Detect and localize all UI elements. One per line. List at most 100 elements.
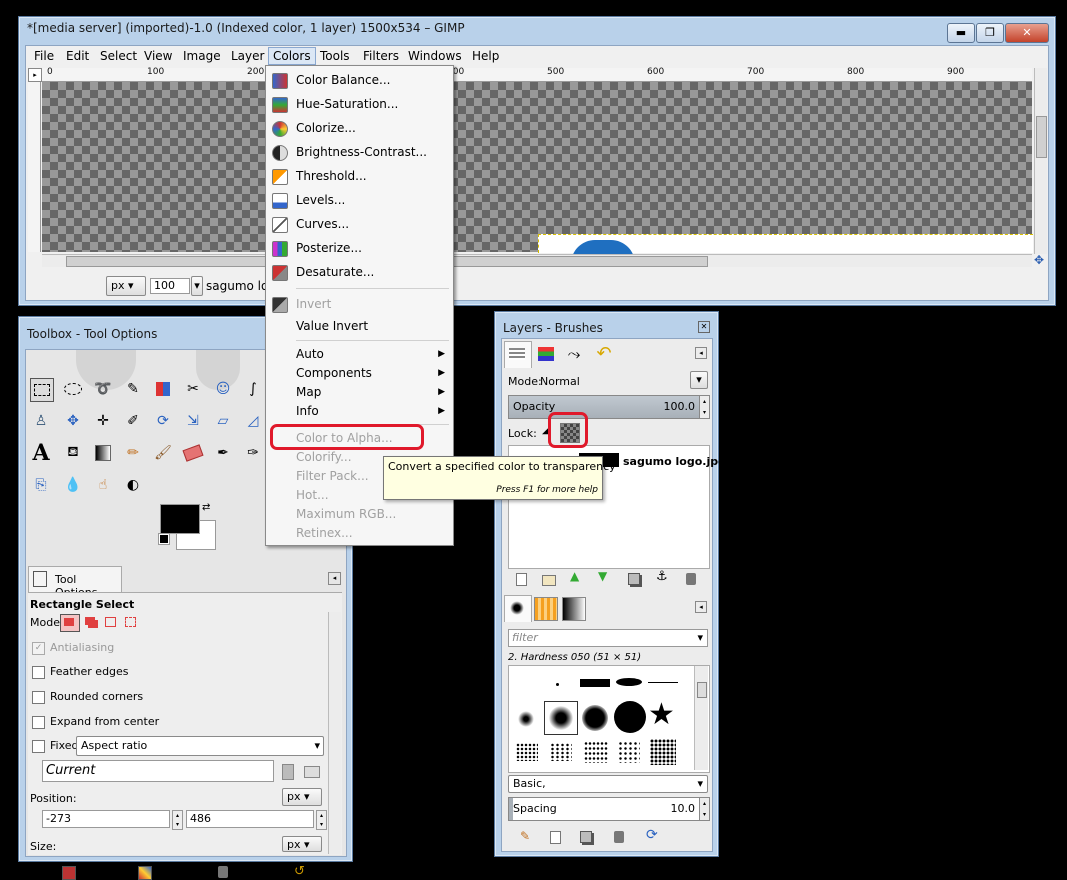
unit-select[interactable]: px ▾ [106, 276, 146, 296]
zoom-field[interactable]: 100 [150, 278, 190, 294]
close-button[interactable]: ✕ [1005, 23, 1049, 43]
expand-center-checkbox[interactable] [32, 716, 45, 729]
horizontal-scrollbar[interactable] [42, 254, 1032, 267]
new-layer-icon[interactable] [516, 573, 527, 586]
brush-preview[interactable] [516, 743, 538, 761]
swap-colors-icon[interactable]: ⇄ [202, 502, 210, 513]
menu-map[interactable]: Map ▶ [266, 382, 453, 402]
move-icon[interactable]: ✥ [62, 410, 84, 432]
menu-value-invert[interactable]: Value Invert [266, 316, 453, 336]
feather-edges-checkbox[interactable] [32, 666, 45, 679]
menu-retinex[interactable]: Retinex... [266, 523, 453, 543]
position-x-spinner[interactable]: ▴ ▾ [172, 810, 183, 830]
menu-windows[interactable]: Windows [404, 48, 466, 64]
tab-patterns[interactable] [534, 597, 558, 621]
dodge-burn-icon[interactable]: ◐ [122, 474, 144, 496]
lower-layer-icon[interactable]: ▼ [598, 569, 607, 583]
brush-preview[interactable] [584, 741, 608, 763]
menu-view[interactable]: View [140, 48, 176, 64]
menu-tools[interactable]: Tools [316, 48, 354, 64]
menu-hue-saturation[interactable]: Hue-Saturation... [266, 94, 453, 114]
brush-preview[interactable] [518, 711, 534, 727]
size-unit-select[interactable]: px ▾ [282, 836, 322, 852]
brush-preview[interactable] [650, 739, 676, 765]
refresh-brushes-icon[interactable]: ⟳ [646, 827, 658, 843]
delete-options-icon[interactable] [218, 866, 228, 878]
lasso-icon[interactable]: ➰ [92, 378, 114, 400]
airbrush-icon[interactable]: ✒ [212, 442, 234, 464]
maximize-button[interactable]: ❐ [976, 23, 1004, 43]
brush-preview[interactable] [580, 679, 610, 687]
brush-preview[interactable] [582, 705, 608, 731]
rect-select-icon[interactable] [30, 378, 54, 402]
rounded-corners-checkbox[interactable] [32, 691, 45, 704]
brush-preview[interactable] [618, 741, 640, 763]
menu-image[interactable]: Image [179, 48, 225, 64]
menu-color-balance[interactable]: Color Balance... [266, 70, 453, 90]
tab-layers[interactable] [504, 341, 532, 368]
menu-file[interactable]: File [30, 48, 58, 64]
ellipse-select-icon[interactable] [62, 378, 84, 400]
ink-icon[interactable]: ✑ [242, 442, 264, 464]
menu-filters[interactable]: Filters [359, 48, 403, 64]
smudge-icon[interactable]: ☝ [92, 474, 114, 496]
menu-desaturate[interactable]: Desaturate... [266, 262, 453, 282]
new-brush-icon[interactable] [550, 831, 561, 844]
scale-icon[interactable]: ⇲ [182, 410, 204, 432]
tab-undo-history[interactable]: ↶ [592, 343, 616, 367]
pencil-icon[interactable]: ✏ [122, 442, 144, 464]
perspective-icon[interactable]: ◿ [242, 410, 264, 432]
edit-brush-icon[interactable]: ✎ [520, 829, 530, 843]
mode-replace-icon[interactable] [60, 614, 80, 632]
menu-colorize[interactable]: Colorize... [266, 118, 453, 138]
mode-intersect-icon[interactable] [122, 614, 138, 630]
tab-brushes[interactable] [504, 595, 532, 622]
menu-brightness-contrast[interactable]: Brightness-Contrast... [266, 142, 453, 162]
foreground-color-swatch[interactable] [160, 504, 200, 534]
layers-panel-menu[interactable]: ◂ [695, 347, 707, 359]
color-select-icon[interactable] [152, 378, 174, 400]
paintbrush-icon[interactable]: 🖌 [152, 442, 174, 464]
delete-brush-icon[interactable] [614, 831, 624, 843]
menu-colors[interactable]: Colors [268, 47, 316, 65]
delete-layer-icon[interactable] [686, 573, 696, 585]
brush-filter-input[interactable]: filter ▾ [508, 629, 708, 647]
menu-maximum-rgb[interactable]: Maximum RGB... [266, 504, 453, 524]
brush-grid-scrollbar[interactable] [694, 666, 708, 770]
color-picker-icon[interactable]: ♙ [30, 410, 52, 432]
anchor-layer-icon[interactable]: ⚓ [656, 569, 668, 584]
fixed-checkbox[interactable] [32, 740, 45, 753]
menu-info[interactable]: Info ▶ [266, 401, 453, 421]
menu-edit[interactable]: Edit [62, 48, 93, 64]
save-options-icon[interactable] [62, 866, 76, 880]
menu-components[interactable]: Components ▶ [266, 363, 453, 383]
fuzzy-select-icon[interactable]: ✎ [122, 378, 144, 400]
menu-curves[interactable]: Curves... [266, 214, 453, 234]
minimize-button[interactable]: ▬ [947, 23, 975, 43]
menu-select[interactable]: Select [96, 48, 141, 64]
position-unit-select[interactable]: px ▾ [282, 788, 322, 806]
mode-add-icon[interactable] [82, 614, 98, 630]
brush-preview[interactable] [550, 743, 572, 761]
text-icon[interactable]: A [30, 440, 52, 466]
rotate-icon[interactable]: ⟳ [152, 410, 174, 432]
brush-preview[interactable] [648, 682, 678, 683]
ruler-corner-button[interactable]: ▸ [28, 68, 42, 82]
foreground-select-icon[interactable]: ☺ [212, 378, 234, 400]
clone-icon[interactable]: ⎘ [30, 474, 52, 496]
brush-set-select[interactable]: Basic, ▾ [508, 775, 708, 793]
tab-gradients[interactable] [562, 597, 586, 621]
tab-channels[interactable] [534, 343, 558, 367]
default-colors-icon[interactable] [158, 533, 170, 545]
portrait-icon[interactable] [282, 764, 294, 780]
scissors-icon[interactable]: ✂ [182, 378, 204, 400]
new-layer-group-icon[interactable] [542, 575, 556, 586]
menu-threshold[interactable]: Threshold... [266, 166, 453, 186]
menu-invert[interactable]: Invert [266, 294, 453, 314]
brush-preview[interactable] [614, 701, 646, 733]
menu-help[interactable]: Help [468, 48, 503, 64]
align-icon[interactable]: ✛ [92, 410, 114, 432]
menu-levels[interactable]: Levels... [266, 190, 453, 210]
crop-icon[interactable]: ✐ [122, 410, 144, 432]
position-x-field[interactable]: -273 [42, 810, 170, 828]
